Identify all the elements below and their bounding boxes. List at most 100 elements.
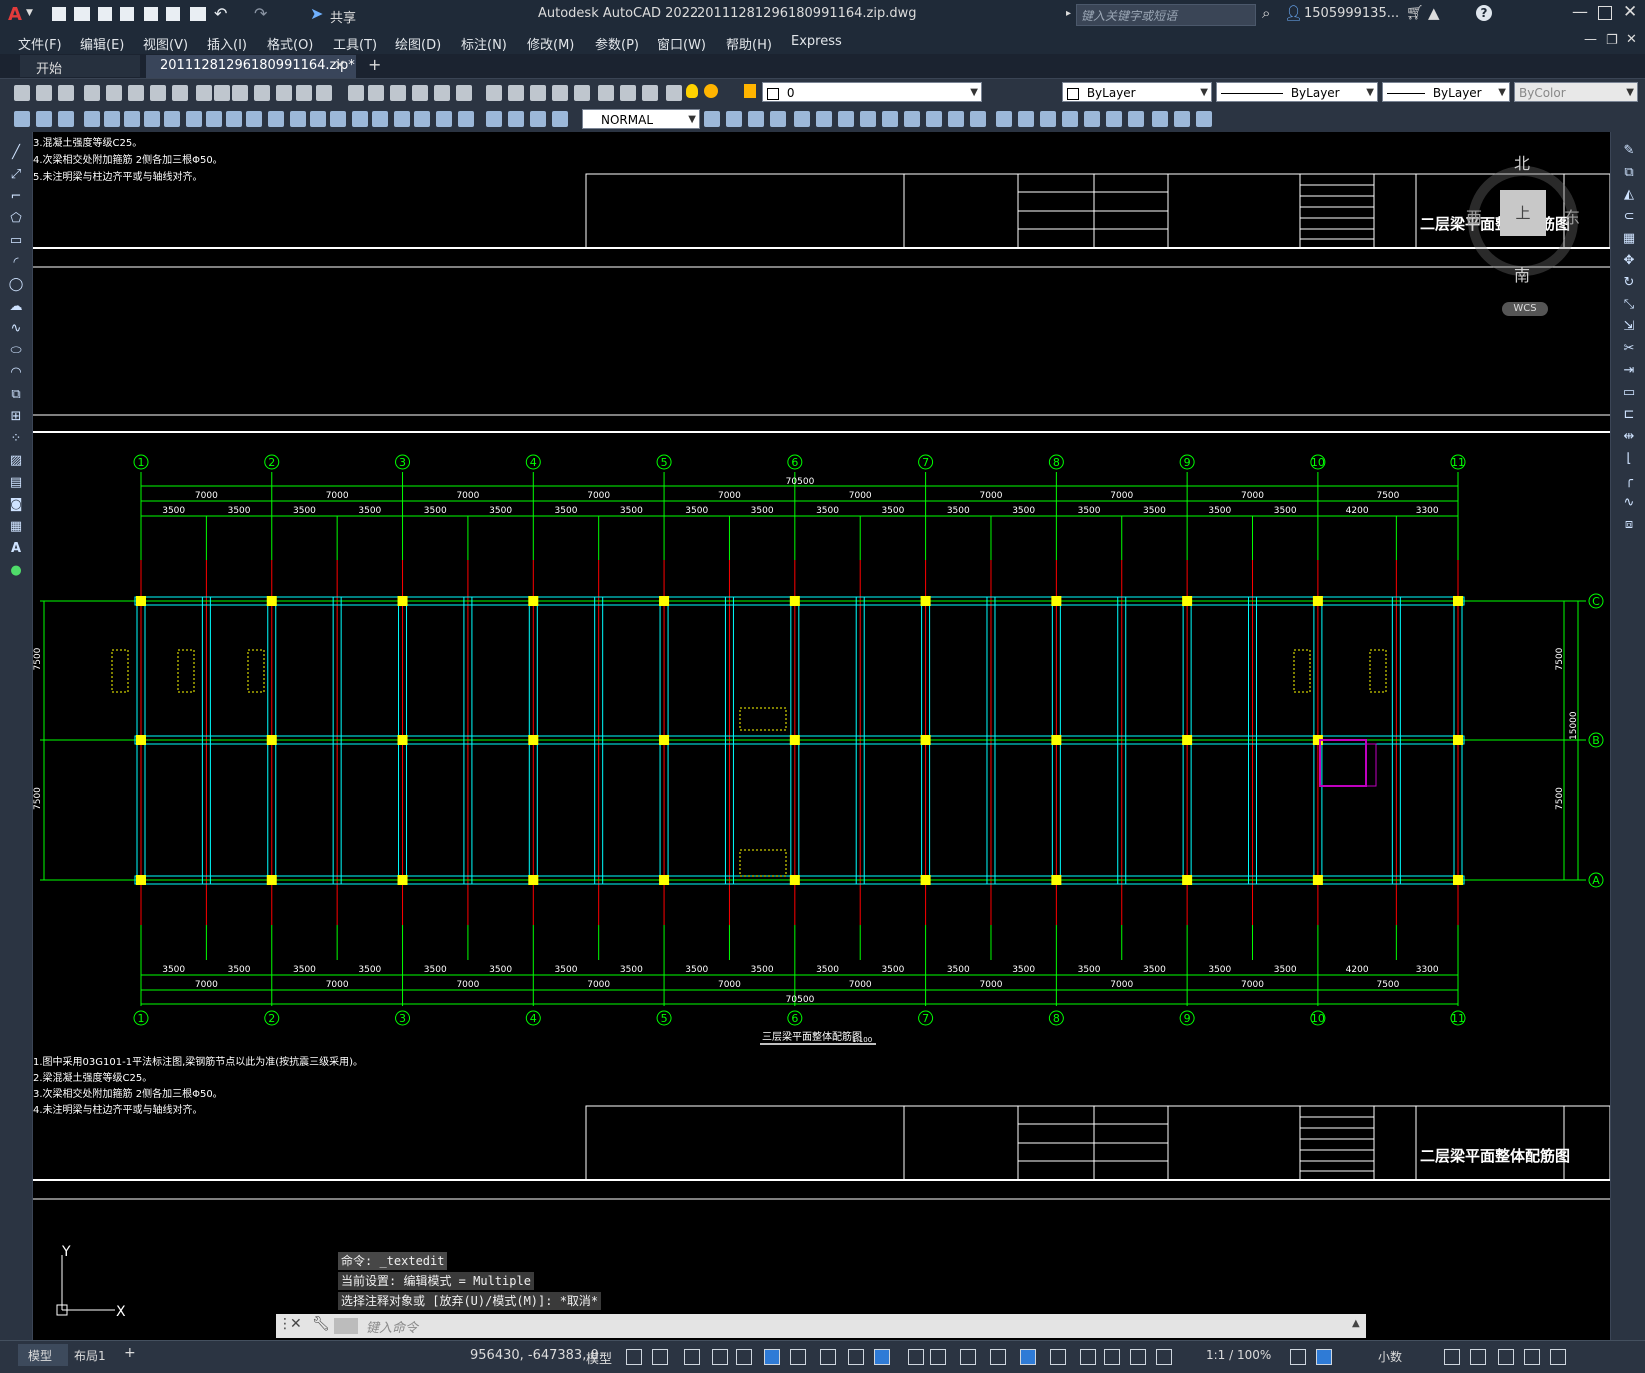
standard-tool-7-icon[interactable] — [150, 85, 166, 101]
rotate-icon[interactable]: ↻ — [1621, 276, 1637, 290]
modify-tool-32-icon[interactable] — [816, 111, 832, 127]
search-icon[interactable]: ⌕ — [1262, 4, 1270, 22]
mirror-icon[interactable]: ◭ — [1621, 188, 1637, 202]
tab-model[interactable]: 模型 — [18, 1344, 68, 1366]
break-at-point-icon[interactable]: ▭ — [1621, 386, 1637, 400]
modify-tool-47-icon[interactable] — [1152, 111, 1168, 127]
explode-icon[interactable]: ⧈ — [1621, 518, 1637, 532]
standard-tool-15-icon[interactable] — [316, 85, 332, 101]
linetype-combo[interactable]: ByLayer ▼ — [1216, 82, 1378, 102]
modify-tool-30-icon[interactable] — [770, 111, 786, 127]
autocad-logo-icon[interactable]: A — [8, 4, 22, 25]
rectangle-icon[interactable]: ▭ — [8, 234, 24, 248]
join-icon[interactable]: ⇹ — [1621, 430, 1637, 444]
lock-ui-icon[interactable] — [1444, 1349, 1460, 1365]
tab-layout1[interactable]: 布局1 — [74, 1347, 106, 1364]
share-label[interactable]: 共享 — [330, 7, 356, 26]
standard-tool-13-icon[interactable] — [276, 85, 292, 101]
3d-osnap-icon[interactable] — [960, 1349, 976, 1365]
ortho-icon[interactable] — [736, 1349, 752, 1365]
mtext-icon[interactable]: A — [8, 542, 24, 556]
workspace-icon[interactable] — [1156, 1349, 1172, 1365]
make-block-icon[interactable]: ⊞ — [8, 410, 24, 424]
object-snap-icon[interactable] — [848, 1349, 864, 1365]
polar-icon[interactable] — [764, 1349, 780, 1365]
layer-bulb-icon[interactable] — [686, 84, 698, 98]
standard-tool-24-icon[interactable] — [530, 85, 546, 101]
modify-tool-12-icon[interactable] — [246, 111, 262, 127]
modify-tool-7-icon[interactable] — [144, 111, 160, 127]
auto-scale-icon[interactable] — [1104, 1349, 1120, 1365]
isodraft-icon[interactable] — [790, 1349, 806, 1365]
modify-tool-37-icon[interactable] — [926, 111, 942, 127]
drawing-canvas[interactable]: 3.混凝土强度等级C25。 4.次梁相交处附加箍筋 2侧各加三根Φ50。 5.未… — [33, 132, 1610, 1340]
standard-tool-18-icon[interactable] — [390, 85, 406, 101]
line-icon[interactable]: ╱ — [8, 146, 24, 160]
modify-tool-19-icon[interactable] — [394, 111, 410, 127]
standard-tool-27-icon[interactable] — [598, 85, 614, 101]
standard-tool-30-icon[interactable] — [666, 85, 682, 101]
array-icon[interactable]: ▦ — [1621, 232, 1637, 246]
hardware-accel-icon[interactable] — [1498, 1349, 1514, 1365]
clean-screen-icon[interactable] — [1524, 1349, 1540, 1365]
modify-tool-16-icon[interactable] — [330, 111, 346, 127]
modify-tool-8-icon[interactable] — [164, 111, 180, 127]
modify-tool-17-icon[interactable] — [352, 111, 368, 127]
tab-start[interactable]: 开始 — [20, 55, 140, 77]
plotstyle-combo[interactable]: ByColor ▼ — [1514, 82, 1638, 102]
menu-parametric[interactable]: 参数(P) — [595, 34, 639, 53]
menu-format[interactable]: 格式(O) — [267, 34, 313, 53]
selection-cycling-icon[interactable] — [930, 1349, 946, 1365]
command-input[interactable]: 键入命令 — [366, 1317, 1356, 1336]
modify-tool-49-icon[interactable] — [1196, 111, 1212, 127]
standard-tool-23-icon[interactable] — [508, 85, 524, 101]
quick-properties-icon[interactable] — [1316, 1349, 1332, 1365]
gizmo-icon[interactable] — [1050, 1349, 1066, 1365]
modify-tool-34-icon[interactable] — [860, 111, 876, 127]
modify-tool-11-icon[interactable] — [226, 111, 242, 127]
modify-tool-21-icon[interactable] — [436, 111, 452, 127]
modify-tool-3-icon[interactable] — [58, 111, 74, 127]
copy-icon[interactable]: ⧉ — [1621, 166, 1637, 180]
command-history-toggle-icon[interactable]: ▲ — [1352, 1318, 1360, 1329]
selection-filter-icon[interactable] — [1020, 1349, 1036, 1365]
ellipse-arc-icon[interactable]: ◠ — [8, 366, 24, 380]
plot-icon[interactable] — [190, 7, 206, 21]
menu-modify[interactable]: 修改(M) — [527, 34, 574, 53]
modify-tool-20-icon[interactable] — [414, 111, 430, 127]
standard-tool-6-icon[interactable] — [128, 85, 144, 101]
viewcube-west[interactable]: 西 — [1466, 204, 1482, 228]
doc-minimize-icon[interactable]: — — [1584, 32, 1597, 47]
annotation-scale[interactable]: 1:1 / 100% — [1206, 1348, 1271, 1362]
insert-block-icon[interactable]: ⧉ — [8, 388, 24, 402]
viewcube-south[interactable]: 南 — [1514, 262, 1530, 286]
save-web-icon[interactable] — [166, 7, 180, 21]
add-selected-icon[interactable]: ● — [8, 564, 24, 578]
modify-tool-1-icon[interactable] — [14, 111, 30, 127]
cart-icon[interactable]: 🛒︎ — [1406, 5, 1424, 21]
model-space-toggle[interactable]: 模型 — [586, 1348, 612, 1367]
stretch-icon[interactable]: ⇲ — [1621, 320, 1637, 334]
circle-icon[interactable]: ◯ — [8, 278, 24, 292]
text-style-combo[interactable]: NORMAL ▼ — [582, 109, 700, 129]
standard-tool-29-icon[interactable] — [642, 85, 658, 101]
modify-tool-28-icon[interactable] — [726, 111, 742, 127]
menu-edit[interactable]: 编辑(E) — [80, 34, 124, 53]
search-input[interactable]: 键入关键字或短语 — [1076, 4, 1256, 26]
snap-icon[interactable] — [652, 1349, 668, 1365]
hatch-icon[interactable]: ▨ — [8, 454, 24, 468]
standard-tool-3-icon[interactable] — [58, 85, 74, 101]
menu-window[interactable]: 窗口(W) — [657, 34, 706, 53]
redo-icon[interactable]: ↷ — [254, 4, 267, 23]
maximize-icon[interactable] — [1598, 6, 1612, 20]
menu-view[interactable]: 视图(V) — [143, 34, 188, 53]
annotation-visibility-icon[interactable] — [1080, 1349, 1096, 1365]
search-expand-icon[interactable]: ▸ — [1066, 8, 1071, 19]
open-web-icon[interactable] — [144, 7, 158, 21]
app-menu-chevron-icon[interactable]: ▼ — [26, 8, 33, 18]
command-customize-icon[interactable]: 🔧︎ — [312, 1316, 330, 1332]
modify-tool-48-icon[interactable] — [1174, 111, 1190, 127]
command-close-icon[interactable]: ✕ — [290, 1316, 302, 1332]
modify-tool-5-icon[interactable] — [104, 111, 120, 127]
viewcube[interactable]: 北 南 西 东 上 WCS — [1466, 150, 1586, 320]
